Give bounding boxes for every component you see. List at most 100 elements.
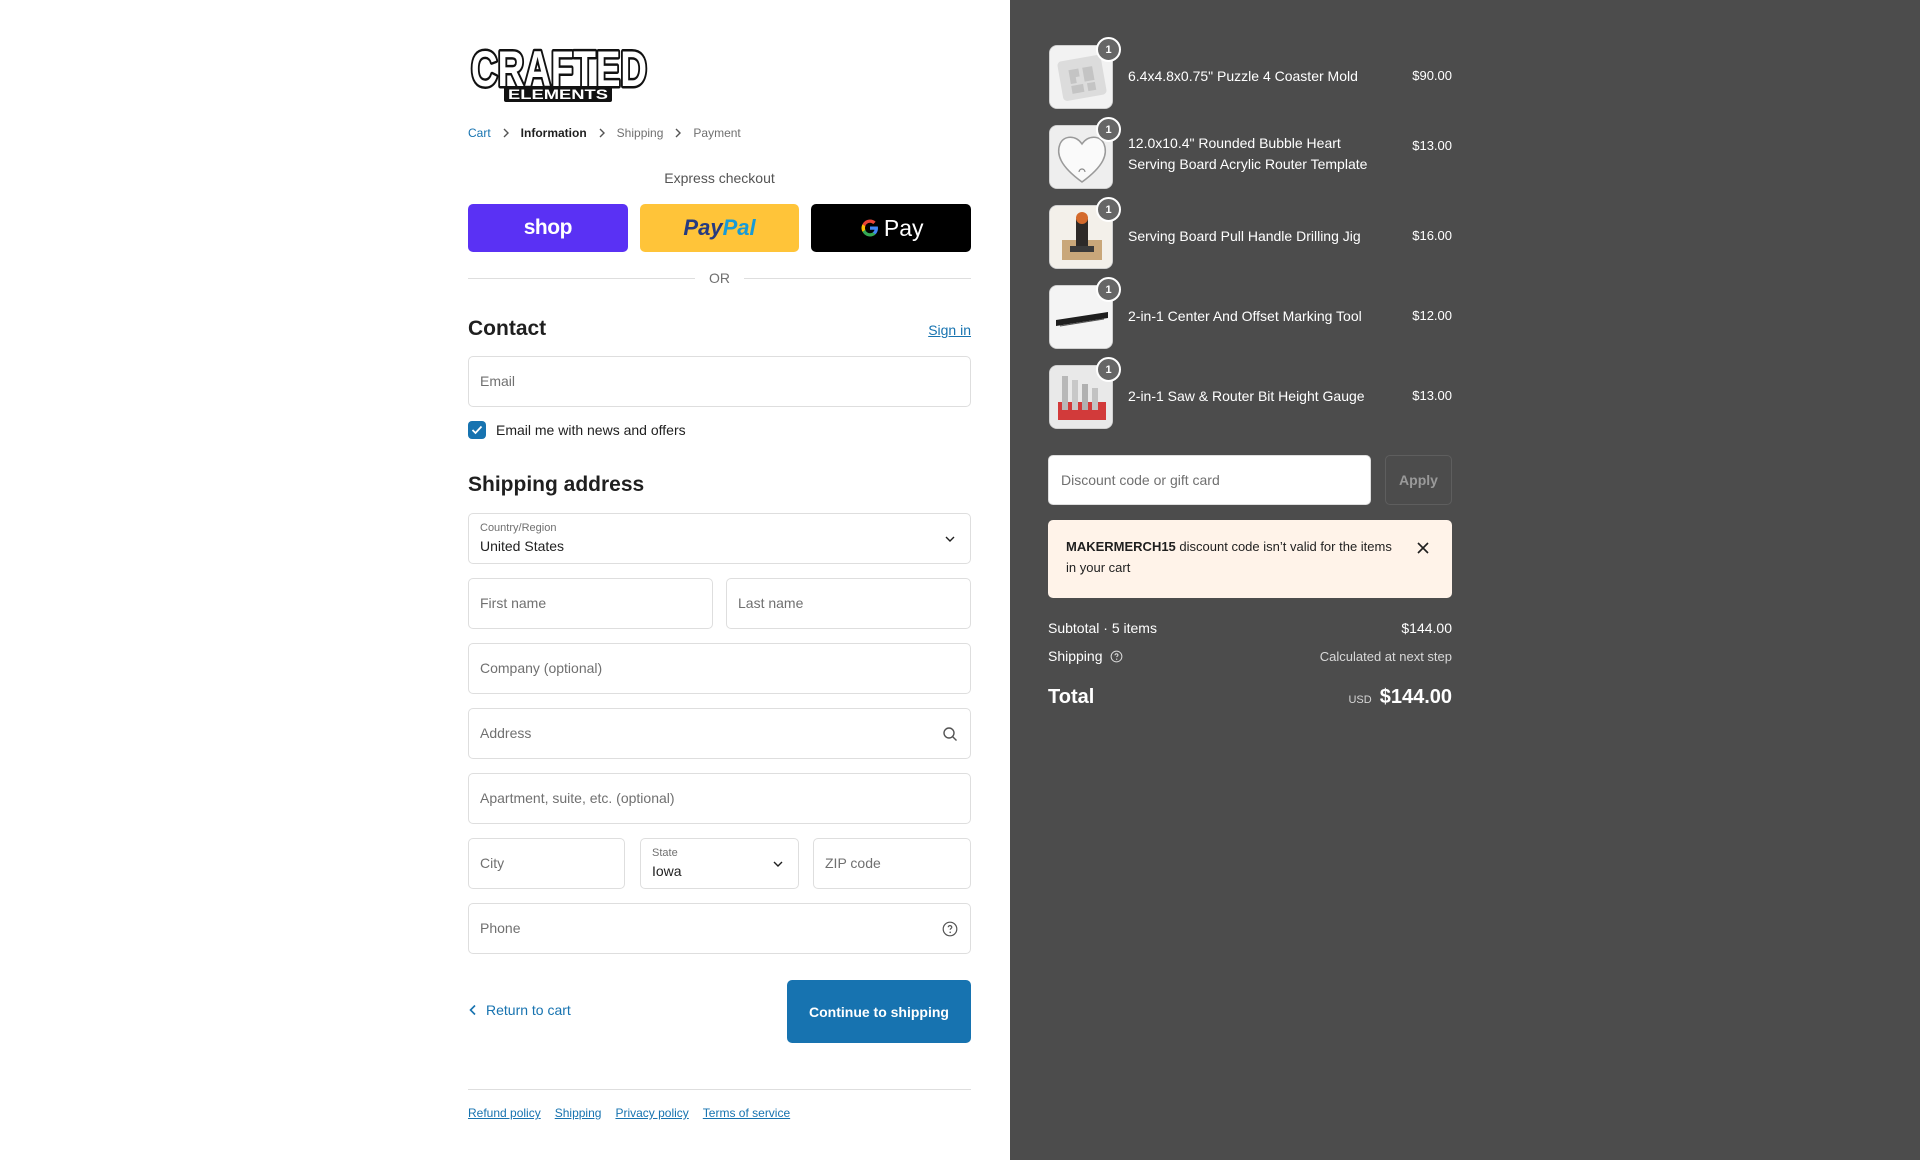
shipping-label: Shipping	[1048, 648, 1103, 664]
shipping-value: Calculated at next step	[1319, 648, 1452, 664]
discount-code-input[interactable]: Discount code or gift card	[1048, 455, 1371, 505]
search-icon	[942, 726, 958, 742]
google-pay-label: Pay	[883, 214, 924, 241]
subtotal-label: Subtotal · 5 items	[1048, 620, 1157, 636]
item-name: 2-in-1 Saw & Router Bit Height Gauge	[1128, 388, 1365, 404]
logo-subtitle: ELEMENTS	[508, 86, 608, 102]
total-label: Total	[1048, 686, 1095, 708]
chevron-right-icon	[491, 128, 521, 138]
quantity-badge: 1	[1096, 37, 1121, 62]
refund-policy-link[interactable]: Refund policy	[468, 1106, 541, 1120]
newsletter-label: Email me with news and offers	[496, 422, 686, 438]
country-select[interactable]: Country/Region United States	[468, 513, 971, 564]
breadcrumb-information: Information	[520, 126, 587, 140]
contact-heading: Contact	[468, 317, 547, 340]
cart-item: 1 Serving Board Pull Handle Drilling Jig…	[1048, 197, 1452, 269]
city-placeholder: City	[480, 855, 505, 871]
return-to-cart-link[interactable]: Return to cart	[468, 1002, 571, 1018]
item-name: 2-in-1 Center And Offset Marking Tool	[1128, 308, 1362, 324]
discount-error-notice: MAKERMERCH15 discount code isn’t valid f…	[1048, 520, 1452, 598]
discount-code-name: MAKERMERCH15	[1066, 539, 1176, 554]
shipping-address-heading: Shipping address	[468, 473, 645, 496]
item-name: Serving Board Pull Handle Drilling Jig	[1128, 228, 1361, 244]
quantity-badge: 1	[1096, 277, 1121, 302]
policy-links: Refund policy Shipping Privacy policy Te…	[468, 1106, 790, 1120]
breadcrumb-payment: Payment	[693, 126, 741, 140]
continue-to-shipping-button[interactable]: Continue to shipping	[787, 980, 971, 1043]
zip-code-field[interactable]: ZIP code	[813, 838, 971, 889]
paypal-button[interactable]: PayPal	[639, 204, 800, 252]
apply-discount-button[interactable]: Apply	[1385, 455, 1452, 505]
shop-pay-button[interactable]: shop	[468, 204, 628, 252]
quantity-badge: 1	[1096, 197, 1121, 222]
total-row: Total USD $144.00	[1048, 686, 1452, 709]
total-currency: USD	[1348, 694, 1372, 706]
country-value: United States	[480, 538, 565, 554]
email-field[interactable]: Email	[468, 356, 971, 407]
paypal-logo: PayPal	[683, 215, 755, 241]
email-placeholder: Email	[480, 373, 516, 389]
country-label: Country/Region	[480, 522, 557, 534]
last-name-field[interactable]: Last name	[726, 578, 971, 629]
newsletter-checkbox[interactable]	[468, 421, 486, 439]
company-placeholder: Company (optional)	[480, 660, 603, 676]
terms-of-service-link[interactable]: Terms of service	[703, 1106, 790, 1120]
chevron-down-icon	[770, 856, 786, 872]
chevron-right-icon	[587, 128, 617, 138]
or-divider: OR	[468, 270, 971, 286]
city-field[interactable]: City	[468, 838, 625, 889]
chevron-left-icon	[469, 1004, 476, 1016]
discount-error-message: MAKERMERCH15 discount code isn’t valid f…	[1066, 536, 1396, 578]
total-value: $144.00	[1379, 686, 1452, 708]
store-logo[interactable]: CRAFTED CRAFTED ELEMENTS	[468, 40, 652, 106]
zip-code-placeholder: ZIP code	[825, 855, 881, 871]
subtotal-row: Subtotal · 5 items $144.00	[1048, 620, 1452, 636]
sign-in-link[interactable]: Sign in	[928, 322, 971, 338]
phone-placeholder: Phone	[480, 920, 521, 936]
item-name: 12.0x10.4" Rounded Bubble Heart Serving …	[1128, 135, 1368, 172]
discount-code-placeholder: Discount code or gift card	[1061, 472, 1220, 488]
subtotal-value: $144.00	[1401, 620, 1452, 636]
newsletter-option[interactable]: Email me with news and offers	[468, 421, 686, 439]
address-field[interactable]: Address	[468, 708, 971, 759]
company-field[interactable]: Company (optional)	[468, 643, 971, 694]
cart-item: 1 6.4x4.8x0.75" Puzzle 4 Coaster Mold $9…	[1048, 37, 1452, 109]
paypal-logo-part1: Pay	[683, 215, 723, 240]
chevron-down-icon	[942, 531, 958, 547]
chevron-right-icon	[663, 128, 693, 138]
first-name-placeholder: First name	[480, 595, 547, 611]
cart-item: 1 2-in-1 Saw & Router Bit Height Gauge $…	[1048, 357, 1452, 429]
google-pay-button[interactable]: Pay	[811, 204, 972, 252]
item-name: 6.4x4.8x0.75" Puzzle 4 Coaster Mold	[1128, 68, 1358, 84]
close-icon[interactable]	[1416, 541, 1430, 555]
help-circle-icon[interactable]	[1110, 650, 1123, 663]
privacy-policy-link[interactable]: Privacy policy	[615, 1106, 688, 1120]
apartment-field[interactable]: Apartment, suite, etc. (optional)	[468, 773, 971, 824]
first-name-field[interactable]: First name	[468, 578, 713, 629]
return-to-cart-label: Return to cart	[486, 1002, 571, 1018]
apartment-placeholder: Apartment, suite, etc. (optional)	[480, 790, 675, 806]
shipping-policy-link[interactable]: Shipping	[555, 1106, 602, 1120]
shipping-row: Shipping Calculated at next step	[1048, 648, 1452, 664]
order-summary-panel: 1 6.4x4.8x0.75" Puzzle 4 Coaster Mold $9…	[1010, 0, 1920, 1160]
cart-item: 1 12.0x10.4" Rounded Bubble Heart Servin…	[1048, 117, 1452, 189]
checkout-main-panel: CRAFTED CRAFTED ELEMENTS Cart Informatio…	[0, 0, 1010, 1160]
breadcrumb-cart[interactable]: Cart	[468, 126, 491, 140]
address-placeholder: Address	[480, 725, 532, 741]
state-select[interactable]: State Iowa	[640, 838, 799, 889]
item-price: $90.00	[1412, 68, 1452, 83]
google-g-icon	[861, 219, 878, 237]
item-price: $13.00	[1412, 388, 1452, 403]
shop-pay-logo: shop	[523, 216, 573, 239]
paypal-logo-part2: Pal	[722, 215, 756, 240]
item-price: $12.00	[1412, 308, 1452, 323]
breadcrumb-shipping: Shipping	[616, 126, 664, 140]
item-price: $13.00	[1412, 138, 1452, 153]
total-amount: USD $144.00	[1348, 686, 1452, 709]
state-label: State	[652, 847, 678, 859]
phone-field[interactable]: Phone	[468, 903, 971, 954]
or-text: OR	[709, 270, 730, 286]
breadcrumb: Cart Information Shipping Payment	[468, 126, 741, 140]
help-circle-icon[interactable]	[942, 921, 958, 937]
quantity-badge: 1	[1096, 357, 1121, 382]
